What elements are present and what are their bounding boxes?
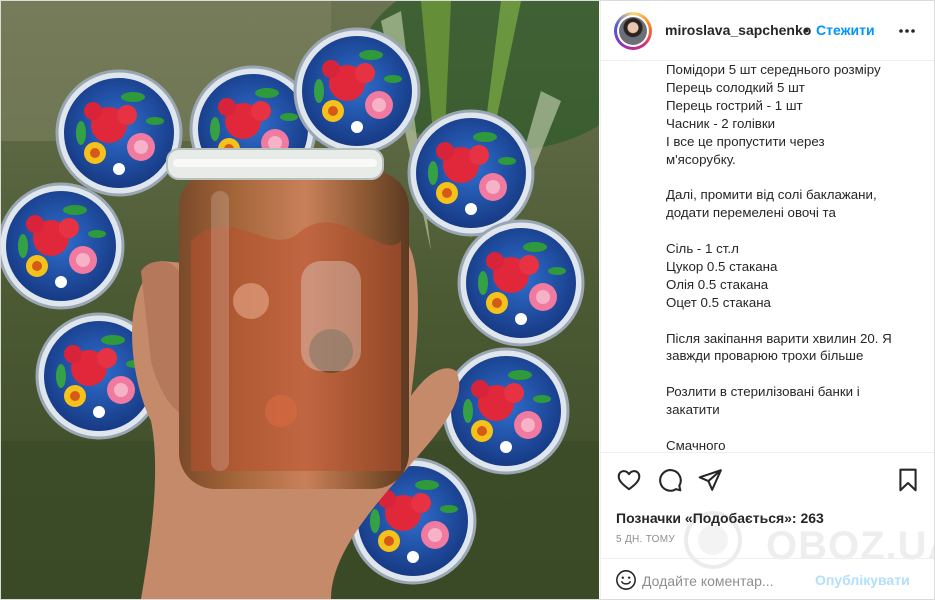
- caption-line: Олія 0.5 стакана: [666, 276, 769, 292]
- post-side-panel: miroslava_sapchenko • Стежити Помідори 5…: [600, 1, 934, 599]
- photo-illustration: [1, 1, 599, 599]
- jar-lid: [442, 347, 570, 475]
- caption-line: м'ясорубку.: [666, 151, 736, 167]
- caption-line: [666, 365, 928, 383]
- comment-input[interactable]: [640, 569, 804, 593]
- more-options-icon[interactable]: [897, 21, 917, 41]
- publish-button[interactable]: Опублікувати: [815, 572, 910, 588]
- caption-line: Після закіпання варити хвилин 20. Я: [666, 330, 892, 346]
- caption-line: Цукор 0.5 стакана: [666, 258, 778, 274]
- caption-line: Сіль - 1 ст.л: [666, 241, 739, 257]
- caption-line: Часник - 2 голівки: [666, 115, 776, 131]
- jar-lid: [407, 109, 535, 237]
- caption-line: Перець солодкий 5 шт: [666, 79, 805, 95]
- caption-text: Помідори 5 шт середнього розміру Перець с…: [666, 61, 928, 452]
- caption-line: І все це пропустити через: [666, 133, 825, 149]
- caption-line: закатити: [666, 402, 720, 418]
- caption-line: Далі, промити від солі баклажани,: [666, 187, 877, 203]
- post-caption: Помідори 5 шт середнього розміру Перець с…: [601, 61, 934, 452]
- comment-icon[interactable]: [657, 467, 683, 493]
- jar-lid: [457, 219, 585, 347]
- caption-line: [666, 168, 928, 186]
- username-link[interactable]: miroslava_sapchenko: [665, 22, 811, 38]
- caption-line: Перець гострий - 1 шт: [666, 97, 803, 113]
- bookmark-icon[interactable]: [895, 467, 921, 493]
- post-actions: OBOZ.UA Позначки «Подобається»: 263 5 ДН…: [601, 452, 934, 599]
- post-timestamp[interactable]: 5 ДН. ТОМУ: [616, 534, 675, 545]
- caption-line: [666, 312, 928, 330]
- post-photo[interactable]: [1, 1, 599, 599]
- emoji-icon[interactable]: [615, 569, 637, 591]
- caption-line: Оцет 0.5 стакана: [666, 294, 771, 310]
- caption-line: [666, 222, 928, 240]
- likes-count[interactable]: Позначки «Подобається»: 263: [616, 510, 824, 526]
- separator-dot: •: [804, 22, 809, 38]
- caption-line: Смачного: [666, 437, 726, 452]
- avatar[interactable]: [614, 12, 652, 50]
- jar-lid: [55, 69, 183, 197]
- caption-line: додати перемелені овочі та: [666, 205, 840, 221]
- comment-bar: Опублікувати: [601, 558, 934, 599]
- follow-button[interactable]: Стежити: [816, 22, 875, 38]
- jar-lid: [1, 182, 125, 310]
- caption-line: Помідори 5 шт середнього розміру: [666, 62, 881, 77]
- caption-line: [666, 419, 928, 437]
- post-header: miroslava_sapchenko • Стежити: [601, 1, 934, 61]
- send-icon[interactable]: [697, 467, 723, 493]
- glass-jar: [166, 148, 409, 489]
- caption-line: Розлити в стерилізовані банки і: [666, 384, 860, 400]
- heart-icon[interactable]: [616, 467, 642, 493]
- instagram-post: miroslava_sapchenko • Стежити Помідори 5…: [0, 0, 935, 600]
- jar-lid: [293, 27, 421, 155]
- caption-line: завжди проварюю трохи більше: [666, 348, 864, 364]
